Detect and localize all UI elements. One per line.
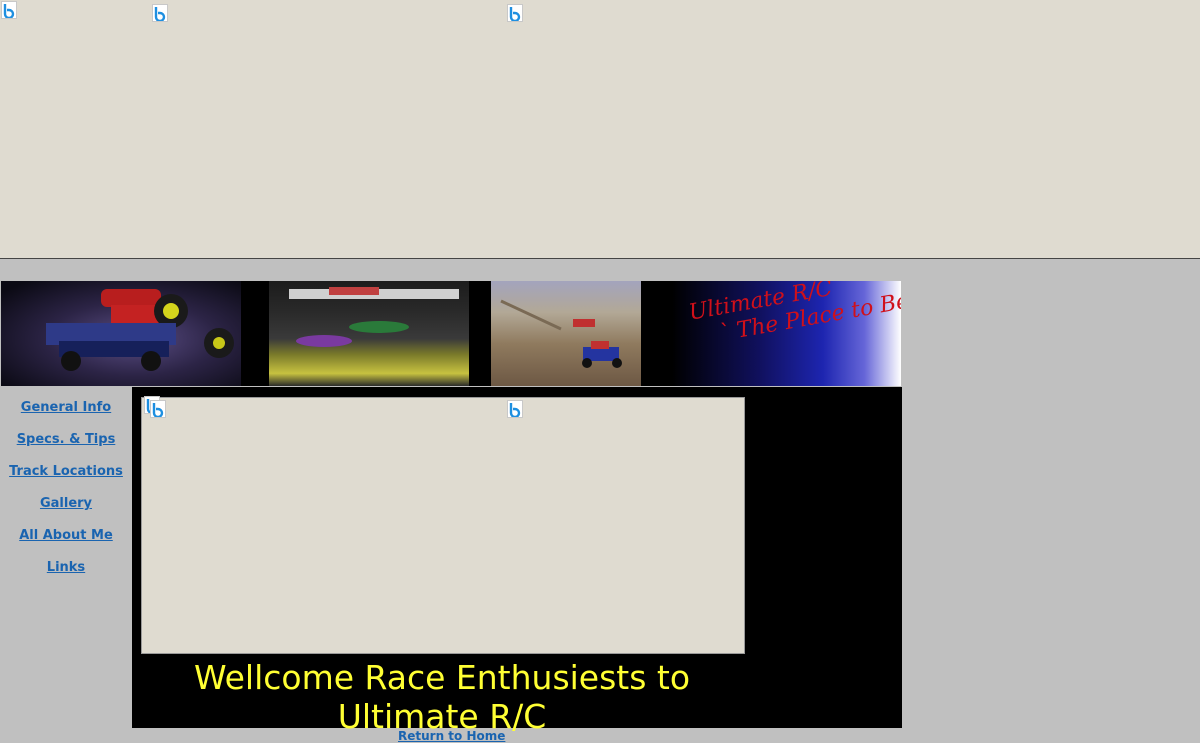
- ad-badge-icon[interactable]: [150, 400, 166, 418]
- nav-link-all-about-me[interactable]: All About Me: [0, 528, 132, 544]
- ad-badge-icon[interactable]: [507, 4, 523, 22]
- nav-link-track-locations[interactable]: Track Locations: [0, 464, 132, 480]
- inner-ad-frame: [141, 396, 745, 654]
- nav-link-specs-tips[interactable]: Specs. & Tips: [0, 432, 132, 448]
- ad-badge-icon[interactable]: [507, 400, 523, 418]
- banner-photo-dirt: [491, 281, 641, 386]
- nav-link-general-info[interactable]: General Info: [0, 400, 132, 416]
- site-banner: Ultimate R/C ` The Place to Be': [1, 281, 901, 386]
- sidebar-nav: General Info Specs. & Tips Track Locatio…: [0, 400, 132, 592]
- return-home-link[interactable]: Return to Home: [398, 729, 505, 743]
- main-content: Wellcome Race Enthusiests to Ultimate R/…: [132, 387, 902, 736]
- welcome-heading: Wellcome Race Enthusiests to Ultimate R/…: [193, 658, 691, 736]
- banner-photo-track: [269, 281, 469, 386]
- ad-badge-icon[interactable]: [1, 1, 17, 19]
- banner-photo-truggy: [1, 281, 241, 386]
- nav-link-links[interactable]: Links: [0, 560, 132, 576]
- ad-badge-icon[interactable]: [152, 4, 168, 22]
- nav-link-gallery[interactable]: Gallery: [0, 496, 132, 512]
- top-ad-frame: [0, 0, 1200, 259]
